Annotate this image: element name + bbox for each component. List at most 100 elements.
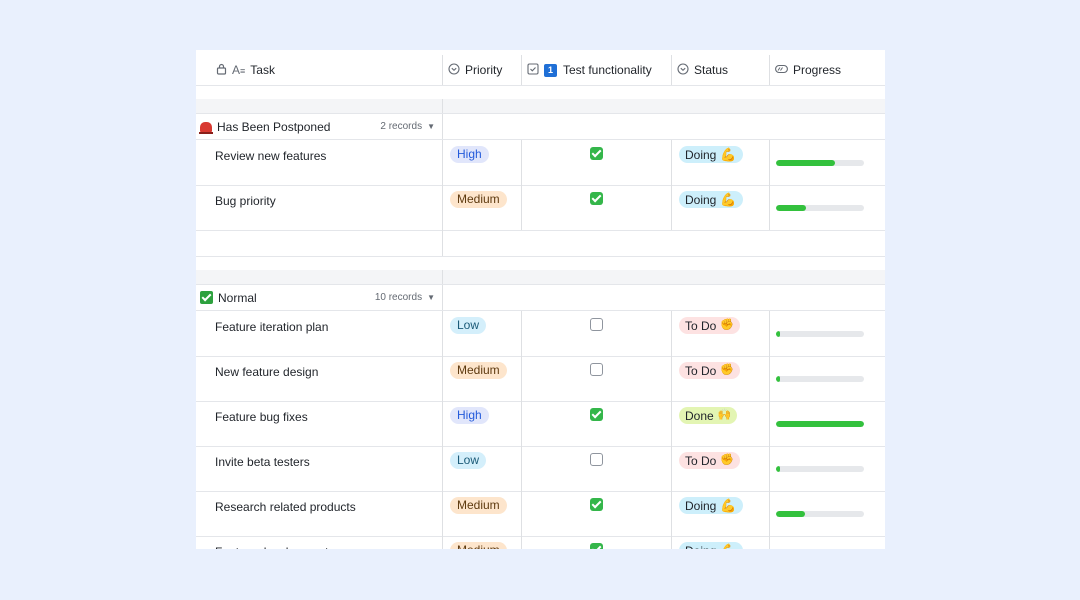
table-row[interactable]: Feature development Medium Doing 💪 — [196, 536, 885, 549]
progress-cell[interactable] — [769, 185, 885, 230]
progress-cell[interactable] — [769, 311, 885, 356]
table-row[interactable]: Review new features High Doing 💪 — [196, 140, 885, 186]
status-tag: Done 🙌 — [679, 407, 738, 424]
status-label: To Do — [685, 453, 717, 468]
group-header[interactable]: Has Been Postponed 2 records ▼ — [196, 114, 885, 140]
table-row[interactable]: New feature design Medium To Do ✊ — [196, 356, 885, 402]
test-functionality-cell[interactable] — [521, 491, 671, 536]
text-field-icon: A≡ — [232, 63, 246, 77]
single-select-icon — [448, 62, 460, 78]
progress-cell[interactable] — [769, 401, 885, 446]
raised-fist-icon: ✊ — [720, 364, 735, 376]
task-cell[interactable]: Feature iteration plan — [196, 311, 442, 356]
task-cell[interactable]: Feature development — [196, 536, 442, 549]
unchecked-checkbox[interactable] — [590, 453, 603, 466]
column-header-progress[interactable]: Progress — [769, 55, 885, 85]
task-name: Feature bug fixes — [215, 410, 308, 424]
status-cell[interactable]: Done 🙌 — [671, 401, 769, 446]
checked-checkbox[interactable] — [590, 543, 603, 549]
test-functionality-cell[interactable] — [521, 311, 671, 356]
priority-cell[interactable]: Low — [442, 311, 521, 356]
test-functionality-cell[interactable] — [521, 401, 671, 446]
status-tag: To Do ✊ — [679, 362, 741, 379]
checked-checkbox[interactable] — [590, 408, 603, 421]
column-header-task[interactable]: A≡ Task — [196, 55, 442, 85]
checked-checkbox[interactable] — [590, 192, 603, 205]
task-cell[interactable]: Feature bug fixes — [196, 401, 442, 446]
checkbox-wrapper — [522, 185, 671, 205]
priority-cell[interactable]: Medium — [442, 491, 521, 536]
status-cell[interactable]: Doing💪 — [671, 536, 769, 549]
task-cell[interactable]: Invite beta testers — [196, 446, 442, 491]
progress-cell[interactable] — [769, 536, 885, 549]
number-one-badge-icon: 1 — [544, 63, 557, 77]
checked-checkbox[interactable] — [590, 498, 603, 511]
group-title-label: Normal — [218, 290, 257, 305]
progress-cell[interactable] — [769, 446, 885, 491]
priority-cell[interactable]: Low — [442, 446, 521, 491]
group-record-count[interactable]: 2 records ▼ — [380, 114, 435, 139]
column-label-task: Task — [250, 63, 275, 77]
task-name: Feature iteration plan — [215, 320, 329, 334]
priority-tag: High — [450, 407, 489, 424]
task-name: Invite beta testers — [215, 455, 310, 469]
task-name: Bug priority — [215, 194, 276, 208]
status-cell[interactable]: To Do ✊ — [671, 446, 769, 491]
table-row[interactable]: Feature bug fixes High Done 🙌 — [196, 401, 885, 447]
progress-cell[interactable] — [769, 491, 885, 536]
table-row[interactable]: Research related products Medium Doing 💪 — [196, 491, 885, 537]
priority-cell[interactable]: Medium — [442, 356, 521, 401]
status-cell[interactable]: Doing💪 — [671, 140, 769, 185]
status-cell[interactable]: Doing💪 — [671, 491, 769, 536]
test-functionality-cell[interactable] — [521, 356, 671, 401]
unchecked-checkbox[interactable] — [590, 318, 603, 331]
progress-bar-track — [776, 466, 864, 472]
column-header-test-functionality[interactable]: 1 Test functionality — [521, 55, 671, 85]
table-row[interactable]: Bug priority Medium Doing 💪 — [196, 185, 885, 231]
task-name: Feature development — [215, 545, 328, 549]
priority-cell[interactable]: High — [442, 140, 521, 185]
task-cell[interactable]: Bug priority — [196, 185, 442, 230]
progress-field-icon — [775, 63, 788, 77]
test-functionality-cell[interactable] — [521, 140, 671, 185]
status-label: Done — [685, 408, 714, 423]
flexed-biceps-icon: 💪 — [720, 544, 736, 549]
test-functionality-cell[interactable] — [521, 536, 671, 549]
table-row[interactable]: Invite beta testers Low To Do ✊ — [196, 446, 885, 492]
checkbox-wrapper — [522, 140, 671, 160]
test-functionality-cell[interactable] — [521, 446, 671, 491]
group-record-count[interactable]: 10 records ▼ — [375, 285, 435, 310]
data-table: A≡ Task Priority 1 Test functionality St… — [196, 50, 885, 549]
task-cell[interactable]: New feature design — [196, 356, 442, 401]
progress-cell[interactable] — [769, 140, 885, 185]
raised-fist-icon: ✊ — [720, 319, 735, 331]
status-cell[interactable]: To Do ✊ — [671, 356, 769, 401]
column-header-status[interactable]: Status — [671, 55, 769, 85]
test-functionality-cell[interactable] — [521, 185, 671, 230]
priority-cell[interactable]: Medium — [442, 185, 521, 230]
column-label-progress: Progress — [793, 63, 842, 77]
status-cell[interactable]: To Do ✊ — [671, 311, 769, 356]
checkbox-wrapper — [522, 311, 671, 331]
priority-cell[interactable]: High — [442, 401, 521, 446]
group-header[interactable]: Normal 10 records ▼ — [196, 285, 885, 311]
caret-down-icon: ▼ — [427, 122, 435, 131]
checkbox-wrapper — [522, 356, 671, 376]
progress-cell[interactable] — [769, 356, 885, 401]
table-row[interactable]: Feature iteration plan Low To Do ✊ — [196, 311, 885, 357]
column-label-priority: Priority — [465, 63, 503, 77]
status-cell[interactable]: Doing💪 — [671, 185, 769, 230]
priority-cell[interactable]: Medium — [442, 536, 521, 549]
task-cell[interactable]: Review new features — [196, 140, 442, 185]
progress-bar-fill — [776, 376, 781, 382]
unchecked-checkbox[interactable] — [590, 363, 603, 376]
status-tag: Doing💪 — [679, 497, 743, 514]
task-cell[interactable]: Research related products — [196, 491, 442, 536]
group-title: Normal — [200, 285, 257, 310]
priority-tag: Low — [450, 452, 487, 469]
priority-tag: Medium — [450, 542, 507, 549]
checked-checkbox[interactable] — [590, 147, 603, 160]
checkbox-wrapper — [522, 446, 671, 466]
add-record-row[interactable] — [196, 230, 885, 257]
column-header-priority[interactable]: Priority — [442, 55, 521, 85]
